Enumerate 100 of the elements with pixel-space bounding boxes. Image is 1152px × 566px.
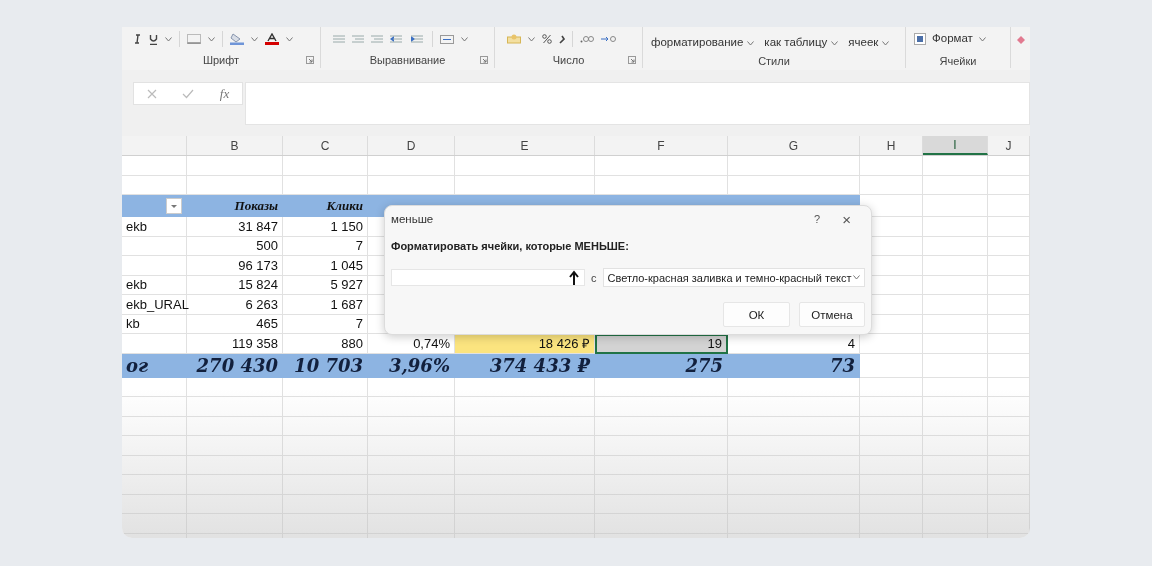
dialog-launcher-icon[interactable] xyxy=(480,55,488,64)
column-header[interactable]: D xyxy=(368,136,455,155)
increase-decimal-icon[interactable] xyxy=(601,35,617,43)
indent-decrease-icon[interactable] xyxy=(390,35,404,43)
column-header[interactable]: I xyxy=(923,136,988,155)
currency-icon[interactable] xyxy=(507,34,521,44)
table-cell xyxy=(923,236,988,256)
close-button[interactable]: × xyxy=(838,210,855,228)
table-cell: Клики xyxy=(283,195,368,217)
table-cell xyxy=(923,295,988,315)
filter-dropdown-icon[interactable] xyxy=(166,197,182,214)
column-header[interactable]: B xyxy=(187,136,283,155)
group-label: Стили xyxy=(758,55,790,67)
ribbon-button[interactable]: ячеек xyxy=(848,36,890,48)
table-cell xyxy=(923,475,988,495)
font-color-icon[interactable] xyxy=(265,33,279,45)
table-cell xyxy=(923,377,988,397)
table-cell[interactable]: 19 xyxy=(595,334,728,354)
table-cell[interactable]: 1 150 xyxy=(283,217,368,237)
table-cell[interactable]: 7 xyxy=(283,236,368,256)
table-cell xyxy=(988,436,1030,456)
table-cell[interactable]: 31 847 xyxy=(187,217,283,237)
table-cell xyxy=(923,353,988,378)
insert-function-button[interactable]: fx xyxy=(219,85,230,102)
formula-input[interactable] xyxy=(245,82,1030,125)
group-label: Число xyxy=(552,53,585,66)
table-cell xyxy=(122,455,187,475)
table-cell[interactable]: 96 173 xyxy=(187,256,283,276)
table-cell[interactable]: 7 xyxy=(283,314,368,334)
fill-color-icon[interactable] xyxy=(230,33,244,45)
ribbon-button[interactable]: как таблицу xyxy=(764,36,839,48)
table-cell[interactable]: 1 687 xyxy=(283,295,368,315)
table-cell xyxy=(860,377,923,397)
table-cell[interactable]: 6 263 xyxy=(187,295,283,315)
group-label: Шрифт xyxy=(202,53,240,66)
table-cell[interactable]: 5 927 xyxy=(283,275,368,295)
format-icon xyxy=(914,33,926,45)
table-cell xyxy=(923,156,988,176)
table-cell[interactable]: ekb_URAL xyxy=(122,295,187,315)
table-cell xyxy=(923,397,988,417)
table-cell[interactable]: 500 xyxy=(187,236,283,256)
table-cell[interactable]: 15 824 xyxy=(187,275,283,295)
table-cell[interactable] xyxy=(122,256,187,276)
table-cell xyxy=(122,436,187,456)
collapse-arrow-icon[interactable] xyxy=(568,269,580,286)
caret-icon[interactable] xyxy=(853,275,860,280)
table-cell: 270 430 xyxy=(187,353,283,378)
caret-icon[interactable] xyxy=(165,36,172,42)
column-header[interactable]: C xyxy=(283,136,368,155)
table-cell xyxy=(860,397,923,417)
column-header[interactable]: G xyxy=(728,136,860,155)
column-header[interactable]: E xyxy=(455,136,595,155)
value-input-field[interactable] xyxy=(391,269,585,286)
dialog-launcher-icon[interactable] xyxy=(628,55,636,64)
indent-increase-icon[interactable] xyxy=(411,35,425,43)
thousands-separator-icon[interactable] xyxy=(559,34,565,44)
table-cell[interactable]: 880 xyxy=(283,334,368,354)
caret-icon[interactable] xyxy=(208,36,215,42)
table-cell[interactable]: 1 045 xyxy=(283,256,368,276)
table-cell[interactable]: ekb xyxy=(122,217,187,237)
dialog-launcher-icon[interactable] xyxy=(306,55,314,64)
column-header[interactable]: J xyxy=(988,136,1030,155)
underline-icon[interactable] xyxy=(149,33,158,45)
ribbon-button[interactable]: форматирование xyxy=(651,36,755,48)
ok-button[interactable]: ОК xyxy=(723,302,790,327)
enter-icon[interactable] xyxy=(182,88,195,99)
ribbon-button[interactable]: Формат xyxy=(914,31,986,45)
caret-icon[interactable] xyxy=(461,36,468,42)
table-cell: 374 433 ₽ xyxy=(455,353,595,378)
table-cell xyxy=(923,175,988,195)
cancel-icon[interactable] xyxy=(146,88,157,99)
caret-icon[interactable] xyxy=(251,36,258,42)
table-cell[interactable] xyxy=(122,334,187,354)
italic-icon[interactable] xyxy=(134,34,142,44)
diamond-icon[interactable] xyxy=(1016,36,1025,44)
cancel-button[interactable]: Отмена xyxy=(799,302,865,327)
decrease-decimal-icon[interactable] xyxy=(580,35,594,43)
format-dropdown[interactable]: Светло-красная заливка и темно-красный текст xyxy=(602,268,865,287)
column-header[interactable]: F xyxy=(595,136,728,155)
dialog-title: меньше xyxy=(391,213,435,225)
dialog-prompt: Форматировать ячейки, которые МЕНЬШЕ: xyxy=(391,240,630,252)
table-cell: 10 703 xyxy=(283,353,368,378)
table-cell[interactable]: 119 358 xyxy=(187,334,283,354)
table-cell xyxy=(988,236,1030,256)
help-button[interactable]: ? xyxy=(810,213,825,225)
table-cell xyxy=(860,156,923,176)
table-cell xyxy=(988,353,1030,378)
table-cell xyxy=(988,295,1030,315)
merge-cells-icon[interactable] xyxy=(440,34,454,44)
table-cell xyxy=(923,314,988,334)
caret-icon[interactable] xyxy=(528,36,535,42)
table-cell[interactable]: ekb xyxy=(122,275,187,295)
table-cell[interactable]: 18 426 ₽ xyxy=(455,334,595,354)
table-cell[interactable]: 465 xyxy=(187,314,283,334)
caret-icon[interactable] xyxy=(286,36,293,42)
table-cell xyxy=(923,416,988,436)
table-cell[interactable]: kb xyxy=(122,314,187,334)
borders-icon[interactable] xyxy=(187,34,201,44)
percent-icon[interactable] xyxy=(542,34,552,44)
table-cell[interactable] xyxy=(122,236,187,256)
